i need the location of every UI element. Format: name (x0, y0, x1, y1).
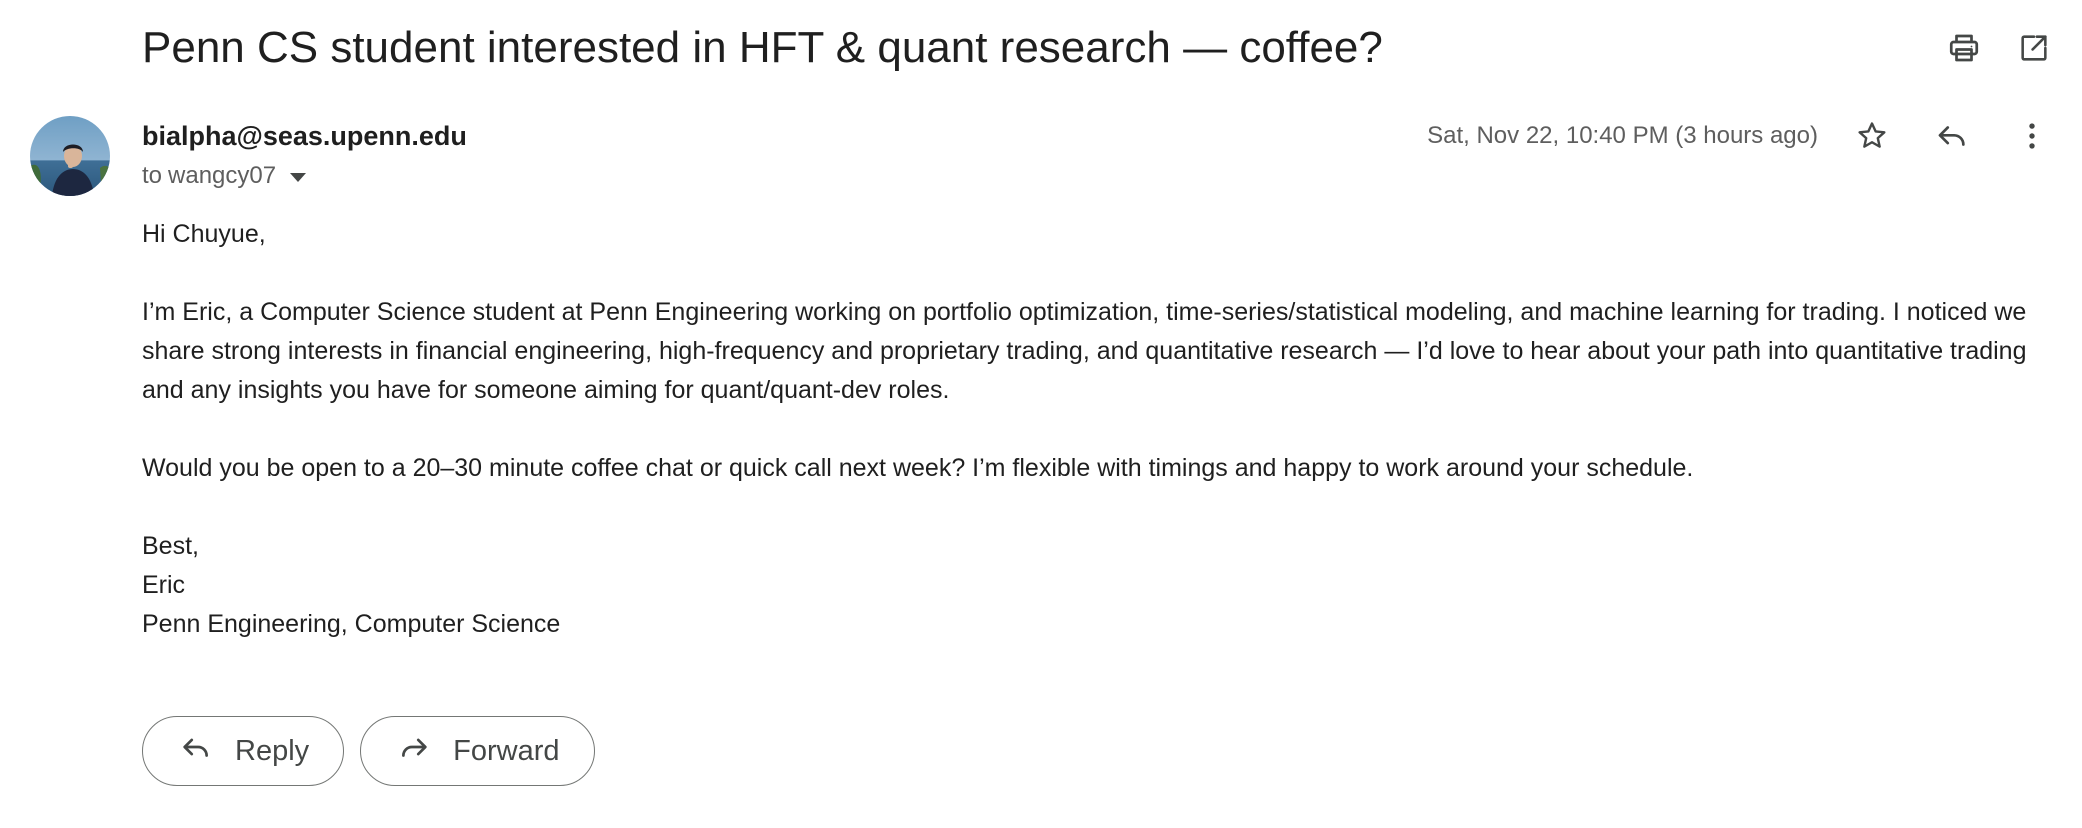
forward-button[interactable]: Forward (360, 716, 595, 786)
star-button[interactable] (1852, 116, 1892, 156)
message-meta: Sat, Nov 22, 10:40 PM (3 hours ago) (1427, 116, 2052, 156)
print-button[interactable] (1944, 28, 1984, 68)
reply-button-label: Reply (235, 734, 310, 767)
message-actions: Reply Forward (142, 716, 595, 786)
recipient-name: wangcy07 (168, 162, 277, 189)
reply-icon (1935, 119, 1969, 153)
more-vert-icon (2015, 119, 2049, 153)
sender-address: bialpha@seas.upenn.edu (142, 121, 467, 151)
message-timestamp: Sat, Nov 22, 10:40 PM (3 hours ago) (1427, 122, 1818, 149)
caret-down-icon (290, 160, 307, 192)
reply-icon-button[interactable] (1932, 116, 1972, 156)
email-subject: Penn CS student interested in HFT & quan… (142, 23, 1383, 72)
open-in-new-window-icon (2017, 31, 2051, 65)
message-body: Hi Chuyue, I’m Eric, a Computer Science … (142, 215, 2042, 644)
recipient-prefix: to (142, 162, 163, 189)
star-icon (1855, 119, 1889, 153)
more-options-button[interactable] (2012, 116, 2052, 156)
email-view: Penn CS student interested in HFT & quan… (0, 0, 2082, 828)
sender-avatar[interactable] (30, 116, 110, 196)
open-in-new-window-button[interactable] (2014, 28, 2054, 68)
reply-button[interactable]: Reply (142, 716, 345, 786)
signature-name: Eric (142, 571, 186, 599)
forward-button-label: Forward (453, 734, 560, 767)
signoff: Best, (142, 532, 199, 560)
paragraph-intro: I’m Eric, a Computer Science student at … (142, 298, 2027, 404)
thread-toolbar (1944, 28, 2054, 68)
greeting: Hi Chuyue, (142, 220, 266, 248)
paragraph-request: Would you be open to a 20–30 minute coff… (142, 454, 1694, 482)
recipient-details-toggle[interactable]: to wangcy07 (142, 160, 307, 192)
reply-icon (179, 730, 235, 772)
signature-title: Penn Engineering, Computer Science (142, 610, 561, 638)
print-icon (1946, 30, 1982, 66)
forward-icon (397, 730, 453, 772)
